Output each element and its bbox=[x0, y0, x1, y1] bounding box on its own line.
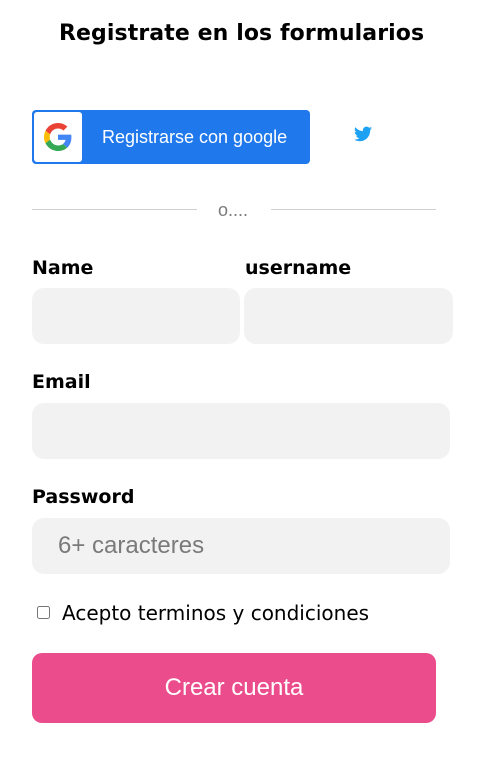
terms-label[interactable]: Acepto terminos y condiciones bbox=[62, 601, 369, 625]
username-input[interactable] bbox=[244, 288, 453, 344]
terms-checkbox[interactable] bbox=[37, 606, 50, 619]
google-logo-box bbox=[34, 112, 82, 162]
google-signup-button[interactable]: Registrarse con google bbox=[32, 110, 310, 164]
create-account-button[interactable]: Crear cuenta bbox=[32, 653, 436, 723]
name-input[interactable] bbox=[32, 288, 240, 344]
email-input[interactable] bbox=[32, 403, 450, 459]
divider-left bbox=[32, 209, 197, 210]
password-input[interactable] bbox=[32, 518, 450, 574]
divider-text: o.... bbox=[218, 200, 249, 220]
email-label: Email bbox=[32, 371, 91, 393]
twitter-icon[interactable] bbox=[354, 126, 372, 142]
google-icon bbox=[44, 123, 72, 151]
username-label: username bbox=[245, 257, 352, 279]
password-label: Password bbox=[32, 486, 135, 508]
divider-right bbox=[271, 209, 436, 210]
page-title: Registrate en los formularios bbox=[59, 21, 425, 46]
name-label: Name bbox=[32, 257, 94, 279]
google-signup-label: Registrarse con google bbox=[102, 127, 288, 147]
